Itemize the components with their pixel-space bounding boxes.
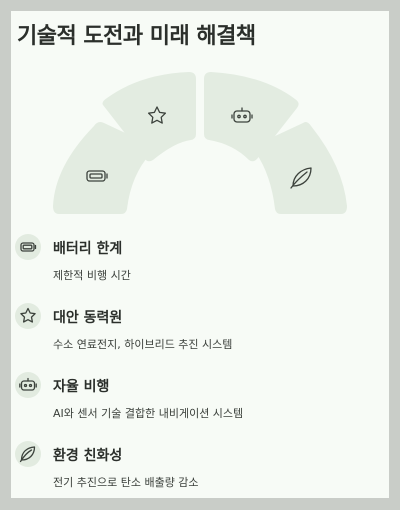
battery-icon bbox=[20, 242, 37, 252]
item-description: 수소 연료전지, 하이브리드 추진 시스템 bbox=[53, 338, 233, 351]
item-title: 자율 비행 bbox=[53, 379, 110, 395]
list-item-eco: 환경 친화성 전기 추진으로 탄소 배출량 감소 bbox=[15, 441, 385, 510]
item-title: 환경 친화성 bbox=[53, 448, 123, 464]
item-title: 배터리 한계 bbox=[53, 241, 123, 257]
robot-icon bbox=[19, 377, 37, 391]
item-icon-circle bbox=[15, 303, 41, 329]
item-description: 제한적 비행 시간 bbox=[53, 269, 131, 282]
list-item-battery: 배터리 한계 제한적 비행 시간 bbox=[15, 234, 385, 303]
item-description: AI와 센서 기술 결합한 내비게이션 시스템 bbox=[53, 407, 244, 420]
item-icon-circle bbox=[15, 234, 41, 260]
item-icon-circle bbox=[15, 372, 41, 398]
item-icon-circle bbox=[15, 441, 41, 467]
item-description: 전기 추진으로 탄소 배출량 감소 bbox=[53, 476, 199, 489]
leaf-icon bbox=[19, 446, 36, 463]
star-icon bbox=[20, 307, 36, 323]
list-item-autonomous: 자율 비행 AI와 센서 기술 결합한 내비게이션 시스템 bbox=[15, 372, 385, 441]
fan-diagram bbox=[53, 72, 347, 214]
list-item-alt-power: 대안 동력원 수소 연료전지, 하이브리드 추진 시스템 bbox=[15, 303, 385, 372]
infographic-card: 기술적 도전과 미래 해결책 배터리 한계 제한적 비행 시간 대안 동력원 수… bbox=[11, 11, 389, 498]
challenge-list: 배터리 한계 제한적 비행 시간 대안 동력원 수소 연료전지, 하이브리드 추… bbox=[15, 234, 385, 510]
item-title: 대안 동력원 bbox=[53, 310, 123, 326]
